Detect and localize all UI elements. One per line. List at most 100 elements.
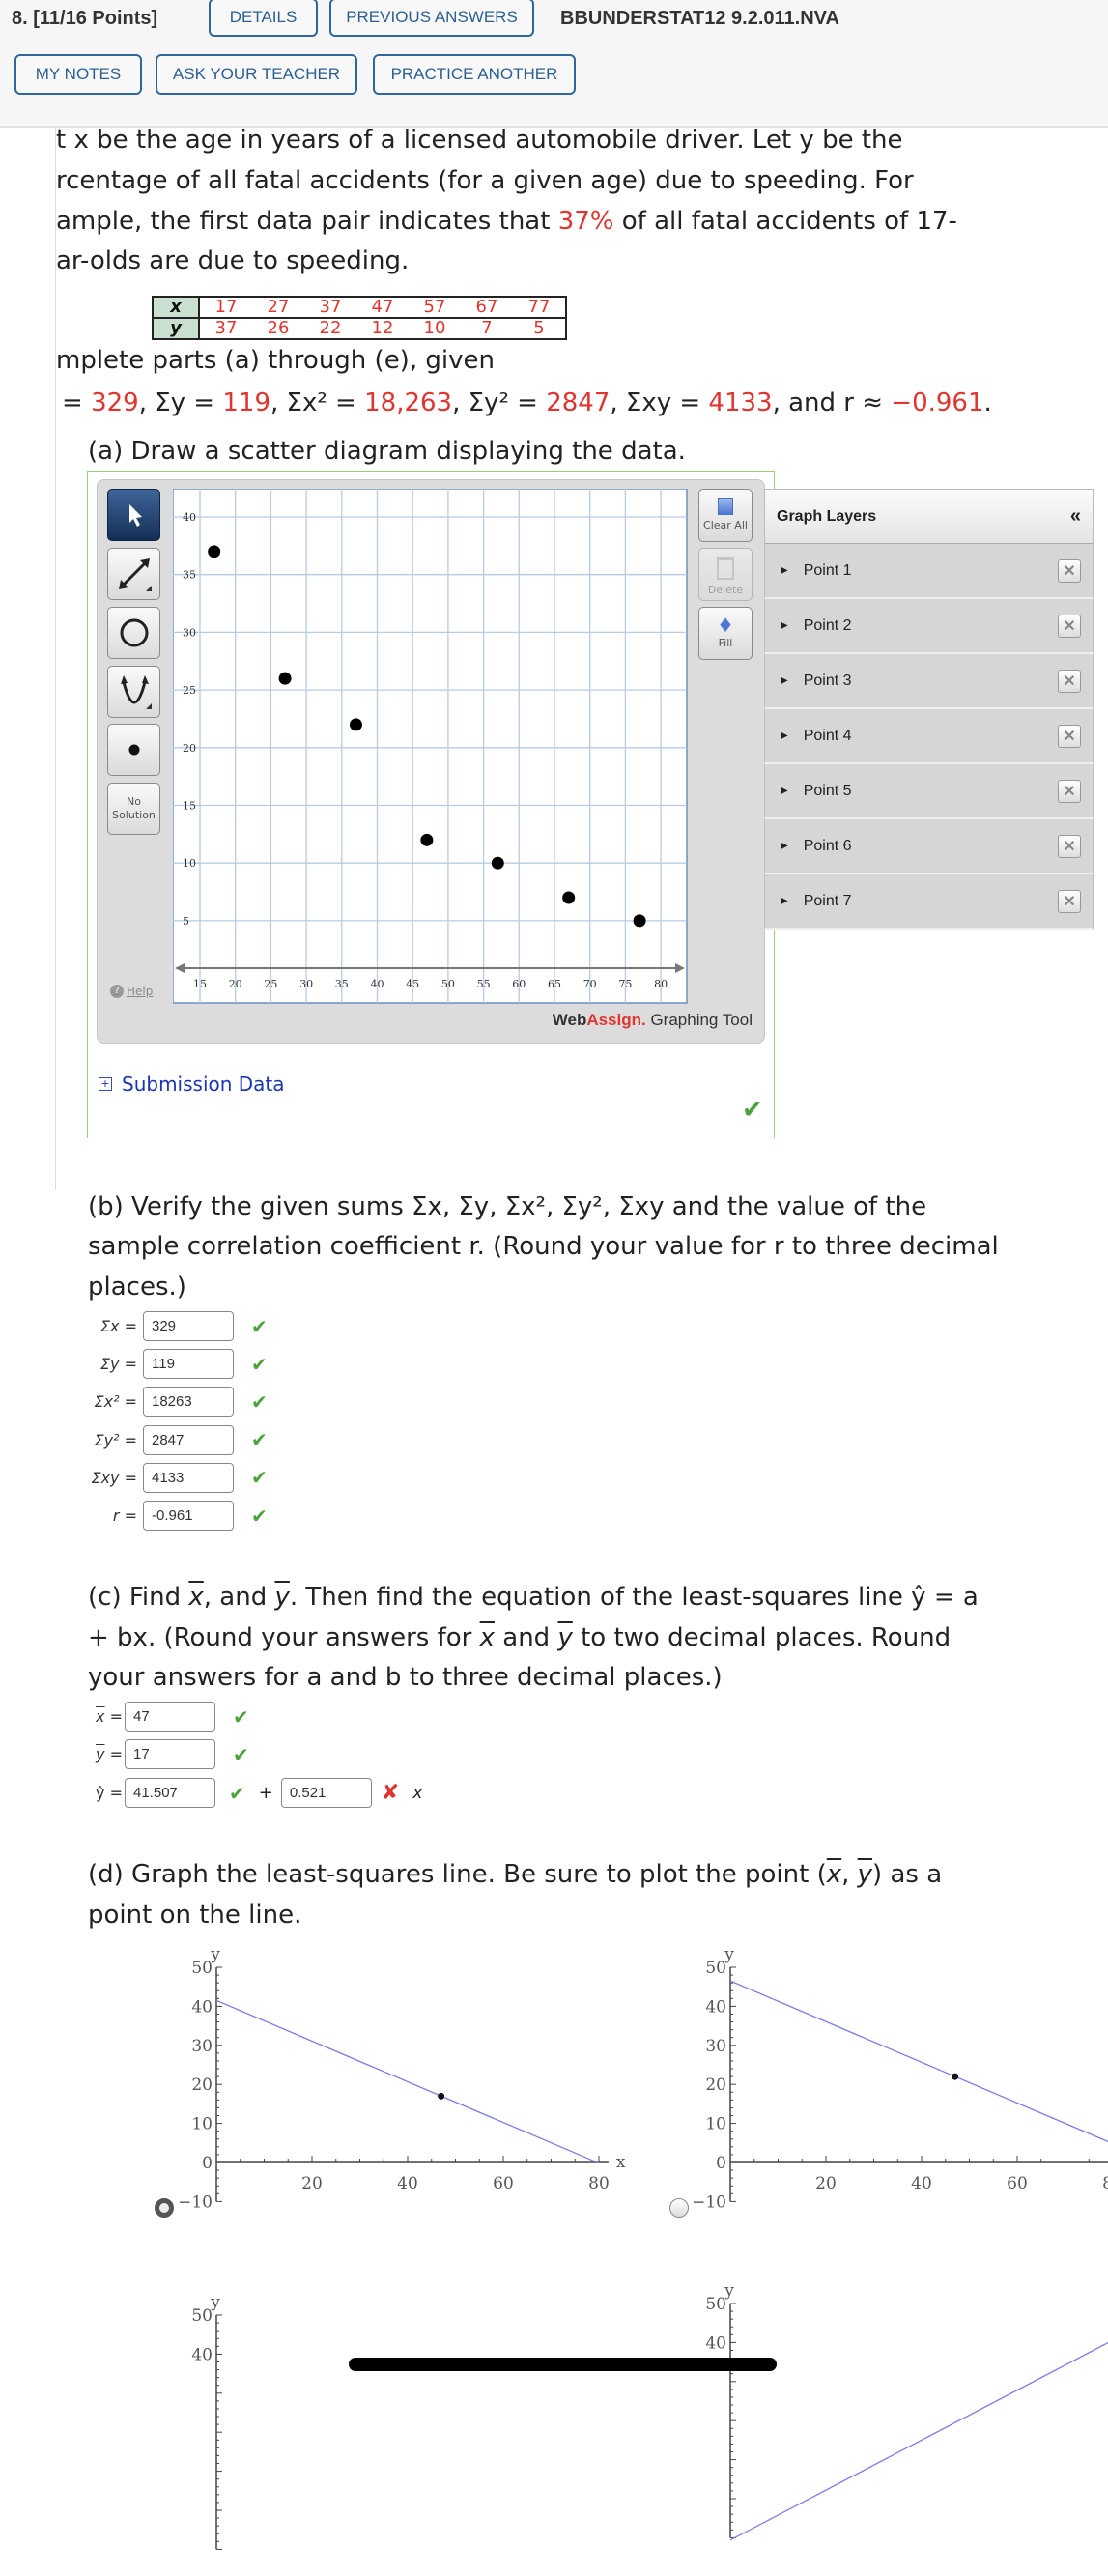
question-code: BBUNDERSTAT12 9.2.011.NVA [560,8,839,29]
webassign-brand: WebAssign. Graphing Tool [553,1011,753,1030]
part-a-prompt: (a) Draw a scatter diagram displaying th… [88,437,686,466]
delete-layer-icon[interactable]: ✕ [1058,724,1081,748]
layer-item[interactable]: ▶ Point 4 ✕ [764,709,1094,764]
pointer-tool[interactable] [107,489,160,541]
expand-triangle-icon[interactable]: ▶ [781,896,788,906]
layer-item[interactable]: ▶ Point 5 ✕ [764,764,1094,819]
check-icon: ✔ [251,1503,268,1528]
y-tick-label: 40 [191,2345,213,2364]
previous-answers-button[interactable]: PREVIOUS ANSWERS [329,0,534,37]
x-tick-label: 50 [441,978,455,990]
answer-input[interactable]: 119 [143,1349,234,1380]
expand-triangle-icon[interactable]: ▶ [781,730,788,741]
sum-field-row: Σy² = 2847 ✔ [58,1424,268,1455]
help-icon: ? [110,985,124,998]
table-row-y: y 37 26 22 12 10 7 5 [152,317,567,340]
point-tool[interactable] [107,724,160,776]
scatter-plot[interactable]: 15 20 25 30 35 40 45 50 55 60 65 70 75 80 5 10 15 20 25 30 3… [173,489,688,1004]
practice-another-button[interactable]: PRACTICE ANOTHER [373,54,576,95]
least-squares-line [215,1999,600,2164]
layer-label: Point 6 [803,837,852,854]
delete-layer-icon[interactable]: ✕ [1058,614,1081,638]
least-squares-line [729,1980,1108,2143]
option-graph-3[interactable]: 40 50y [158,2276,641,2576]
option-graph-4[interactable]: 40 50y [672,2265,1108,2564]
y-tick-label: 0 [716,2154,726,2173]
layer-item[interactable]: ▶ Point 6 ✕ [764,819,1094,874]
option-radio-1-selected[interactable] [155,2198,174,2218]
x-tick-label: 35 [335,978,349,990]
layer-label: Point 4 [803,727,852,744]
field-label: Σx = [99,1317,137,1335]
submission-data-toggle[interactable]: + Submission Data [99,1073,285,1096]
check-icon: ✔ [251,1389,268,1414]
text: and [495,1623,558,1652]
details-button[interactable]: DETAILS [209,0,318,37]
question-points: 8. [11/16 Points] [12,8,158,29]
parabola-tool[interactable] [107,666,160,718]
expand-triangle-icon[interactable]: ▶ [781,620,788,631]
xbar: x [479,1623,495,1652]
layer-item[interactable]: ▶ Point 2 ✕ [764,599,1094,654]
line-tool[interactable] [107,548,160,600]
expand-triangle-icon[interactable]: ▶ [781,841,788,851]
y-tick-label: −10 [692,2192,726,2212]
y-tick-label: 20 [191,2075,213,2095]
slope-input[interactable]: 0.521 [280,1778,372,1808]
ask-your-teacher-button[interactable]: ASK YOUR TEACHER [156,54,357,95]
answer-input[interactable]: 18263 [143,1387,234,1417]
answer-input[interactable]: 2847 [143,1424,234,1455]
no-solution-tool[interactable]: No Solution [107,783,160,835]
check-icon: ✔ [251,1314,268,1338]
table-row-x: x 17 27 37 47 57 67 77 [152,296,567,319]
expand-triangle-icon[interactable]: ▶ [781,565,788,576]
check-icon: ✔ [229,1781,245,1805]
answer-input[interactable]: 329 [143,1311,234,1341]
mean-point [438,2092,445,2100]
expand-triangle-icon[interactable]: ▶ [781,786,788,796]
delete-layer-icon[interactable]: ✕ [1058,669,1081,693]
layer-item[interactable]: ▶ Point 1 ✕ [764,544,1094,599]
y-tick-label: 50 [191,1959,213,1978]
fill-button[interactable]: ♦ Fill [698,607,753,660]
xbar-input[interactable]: 47 [125,1702,215,1732]
check-icon: ✔ [742,1096,763,1125]
circle-tool[interactable] [107,607,160,659]
delete-layer-icon[interactable]: ✕ [1058,889,1081,913]
intercept-input[interactable]: 41.507 [125,1778,215,1808]
answer-input[interactable]: 4133 [143,1462,234,1493]
collapse-icon[interactable]: « [1070,505,1081,528]
table-cell: 10 [409,317,461,340]
ybar-input[interactable]: 17 [125,1739,215,1769]
y-axis-label: y [210,2293,220,2312]
layer-item[interactable]: ▶ Point 7 ✕ [764,874,1094,930]
question-header: 8. [11/16 Points] DETAILS PREVIOUS ANSWE… [0,0,1108,128]
data-table: x 17 27 37 47 57 67 77 y 37 26 22 12 10 7 5 [152,296,567,340]
text: . Then find the equation of the least-sq… [289,1583,979,1612]
delete-layer-icon[interactable]: ✕ [1058,834,1081,858]
x-tick-label: 20 [815,2174,837,2193]
option-radio-2[interactable] [669,2198,689,2218]
delete-layer-icon[interactable]: ✕ [1058,558,1081,583]
y-tick-label: 5 [183,915,189,928]
answer-input[interactable]: -0.961 [143,1501,234,1531]
option-graph-1[interactable]: −10 0 10 20 30 40 50y 20 40 60 80 x [158,1929,641,2228]
help-link[interactable]: ? Help [110,985,153,998]
x-tick-label: 40 [371,978,384,990]
my-notes-button[interactable]: MY NOTES [14,54,142,95]
xbar: x [826,1860,842,1889]
clear-all-button[interactable]: Clear All [698,489,753,542]
layer-item[interactable]: ▶ Point 3 ✕ [764,654,1094,709]
xbar: x [188,1583,204,1612]
option-graph-2[interactable]: −10 0 10 20 30 40 50y 20 40 60 80 [672,1929,1108,2228]
delete-layer-icon[interactable]: ✕ [1058,779,1081,803]
x-tick-label: 60 [493,2174,514,2193]
text: , [841,1860,858,1889]
clear-icon [718,498,733,515]
y-tick-label: 20 [705,2075,726,2095]
delete-button[interactable]: Delete [698,548,753,601]
layer-label: Point 3 [803,672,852,689]
point-icon [128,744,139,756]
expand-triangle-icon[interactable]: ▶ [781,675,788,686]
parabola-icon [120,675,152,709]
